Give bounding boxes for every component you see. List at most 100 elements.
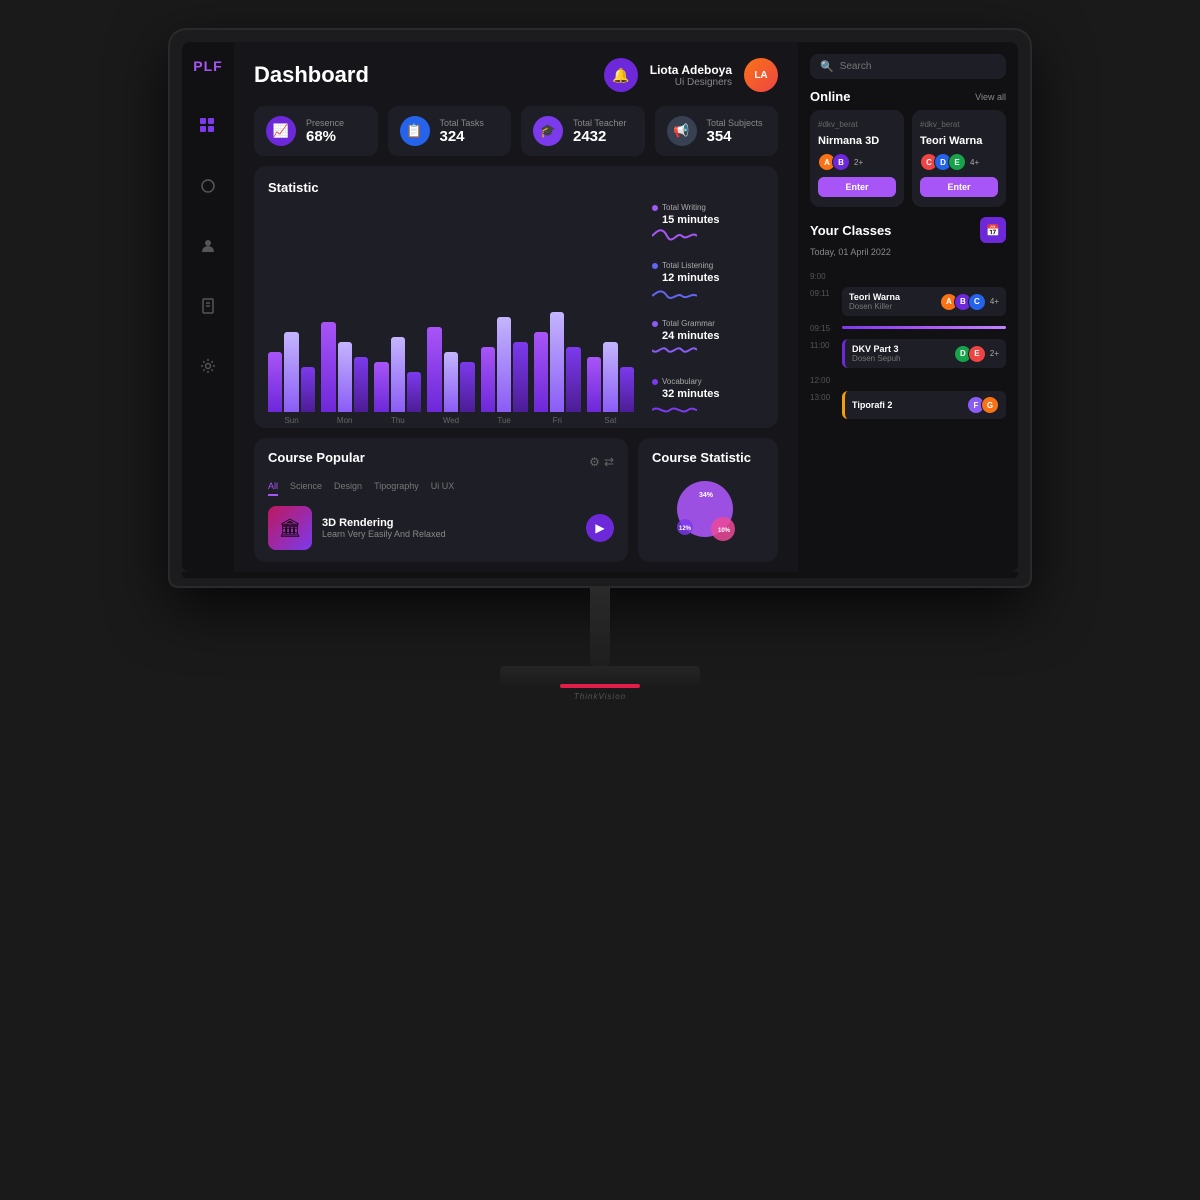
view-all-button[interactable]: View all [975, 92, 1006, 102]
time-slot-0915: 09:15 [810, 319, 1006, 336]
page-title: Dashboard [254, 62, 369, 88]
stat-card-tasks: 📋 Total Tasks 324 [388, 106, 512, 156]
avatar-count: 4+ [990, 297, 999, 306]
bar-group-fri [534, 312, 581, 412]
settings-icon[interactable]: ⚙ [589, 455, 600, 469]
legend-vocabulary: Vocabulary 32 minutes [652, 377, 764, 425]
bar [481, 347, 495, 412]
right-panel: 🔍 Online View all #dkv_berat Nirmana 3D [798, 42, 1018, 572]
legend-listening: Total Listening 12 minutes [652, 261, 764, 309]
time-label: 09:15 [810, 324, 836, 333]
user-role: Ui Designers [650, 77, 732, 88]
tab-uiux[interactable]: Ui UX [431, 481, 455, 496]
legend-value-vocabulary: 32 minutes [652, 388, 764, 400]
legend-label-grammar: Total Grammar [662, 319, 715, 328]
presence-info: Presence 68% [306, 118, 344, 145]
tasks-info: Total Tasks 324 [440, 118, 484, 145]
course-item: 🏛 3D Rendering Learn Very Easily And Rel… [268, 506, 614, 550]
mini-avatar: G [981, 396, 999, 414]
mini-avatar: E [968, 345, 986, 363]
bar [374, 362, 388, 412]
statistic-body: Sun Mon Thu Wed Tue Fri Sat [268, 203, 764, 425]
card-tag-1: #dkv_berat [920, 120, 998, 129]
sidebar-item-bookmark[interactable] [192, 290, 224, 322]
sidebar-item-grid[interactable] [192, 110, 224, 142]
sidebar-item-settings[interactable] [192, 350, 224, 382]
time-label: 13:00 [810, 393, 836, 402]
bar-group-sun [268, 332, 315, 412]
bar [268, 352, 282, 412]
online-card-teori: #dkv_berat Teori Warna C D E 4+ Enter [912, 110, 1006, 207]
progress-bar [842, 326, 1006, 329]
bar [391, 337, 405, 412]
course-statistic-title: Course Statistic [652, 450, 764, 465]
calendar-button[interactable]: 📅 [980, 217, 1006, 243]
time-slot-1300: 13:00 Tiporafi 2 F G [810, 388, 1006, 422]
classes-section: Your Classes 📅 Today, 01 April 2022 9:00… [810, 217, 1006, 560]
course-action-button[interactable]: ▶ [586, 514, 614, 542]
course-info: 3D Rendering Learn Very Easily And Relax… [322, 517, 446, 539]
card-tag-0: #dkv_berat [818, 120, 896, 129]
mini-avatar: B [832, 153, 850, 171]
search-input[interactable] [840, 61, 996, 72]
online-section: Online View all #dkv_berat Nirmana 3D A … [810, 89, 1006, 207]
sidebar-item-person[interactable] [192, 230, 224, 262]
stats-row: 📈 Presence 68% 📋 Total Tasks 324 [234, 100, 798, 166]
course-tabs: All Science Design Tipography Ui UX [268, 481, 614, 496]
wave-writing-icon [652, 226, 697, 246]
chart-label-thu: Thu [374, 416, 421, 425]
gear-icons: ⚙ ⇄ [589, 455, 614, 469]
class-card-info: Teori Warna Dosen Killer [849, 292, 900, 311]
avatar-count-1: 4+ [970, 158, 979, 167]
notification-button[interactable]: 🔔 [604, 58, 638, 92]
presence-label: Presence [306, 118, 344, 128]
bars-container [268, 203, 634, 416]
bar [603, 342, 617, 412]
course-name: 3D Rendering [322, 517, 446, 529]
class-teacher-teori: Dosen Killer [849, 302, 900, 311]
statistic-title: Statistic [268, 180, 764, 195]
class-avatars-dkv: D E 2+ [954, 345, 999, 363]
sidebar-item-chart[interactable] [192, 170, 224, 202]
chart-area: Sun Mon Thu Wed Tue Fri Sat [268, 203, 634, 425]
class-card-teori: Teori Warna Dosen Killer A B C 4+ [842, 287, 1006, 316]
header-right: 🔔 Liota Adeboya Ui Designers LA [604, 58, 778, 92]
course-desc: Learn Very Easily And Relaxed [322, 529, 446, 539]
bar [460, 362, 474, 412]
class-avatars-tiporafi: F G [967, 396, 999, 414]
bar-group-thu [374, 337, 421, 412]
bar [321, 322, 335, 412]
legend-value-listening: 12 minutes [652, 272, 764, 284]
tab-all[interactable]: All [268, 481, 278, 496]
teacher-value: 2432 [573, 128, 626, 145]
swap-icon[interactable]: ⇄ [604, 455, 614, 469]
legend-dot-vocabulary [652, 379, 658, 385]
enter-button-0[interactable]: Enter [818, 177, 896, 197]
bar [407, 372, 421, 412]
wave-grammar-icon [652, 342, 697, 362]
tab-tipography[interactable]: Tipography [374, 481, 419, 496]
donut-chart-area: 34% 10% 12% [652, 473, 764, 550]
time-label: 11:00 [810, 341, 836, 350]
sidebar: PLF [182, 42, 234, 572]
class-teacher-dkv: Dosen Sepuh [852, 354, 900, 363]
class-name-dkv: DKV Part 3 [852, 344, 900, 354]
presence-icon: 📈 [266, 116, 296, 146]
legend-dot-listening [652, 263, 658, 269]
time-label: 12:00 [810, 376, 836, 385]
online-title: Online [810, 89, 850, 104]
subjects-label: Total Subjects [707, 118, 763, 128]
enter-button-1[interactable]: Enter [920, 177, 998, 197]
bottom-row: Course Popular ⚙ ⇄ All Science Design Ti… [234, 438, 798, 572]
course-popular-card: Course Popular ⚙ ⇄ All Science Design Ti… [254, 438, 628, 562]
avatars-row-teori: C D E 4+ [920, 153, 998, 171]
tab-science[interactable]: Science [290, 481, 322, 496]
thinkvision-label: ThinkVision [574, 692, 626, 701]
course-popular-header: Course Popular ⚙ ⇄ [268, 450, 614, 473]
tab-design[interactable]: Design [334, 481, 362, 496]
bar [587, 357, 601, 412]
bar [354, 357, 368, 412]
class-card-info: DKV Part 3 Dosen Sepuh [852, 344, 900, 363]
teacher-info: Total Teacher 2432 [573, 118, 626, 145]
user-info: Liota Adeboya Ui Designers [650, 63, 732, 88]
